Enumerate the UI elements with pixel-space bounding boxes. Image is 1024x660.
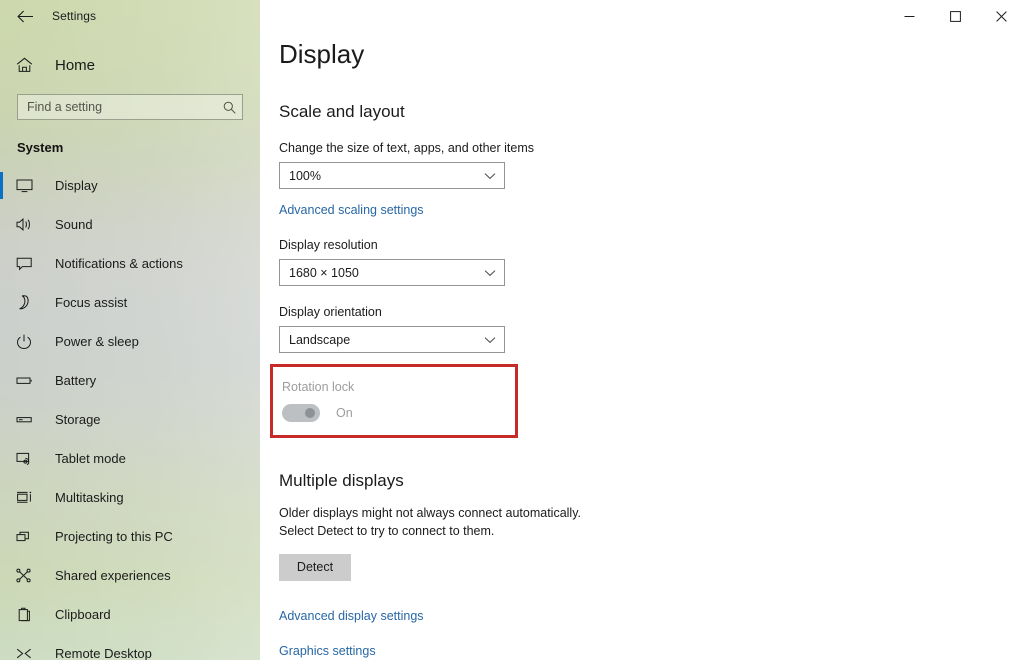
sidebar-item-projecting[interactable]: Projecting to this PC (0, 517, 260, 556)
remote-desktop-icon (16, 646, 38, 660)
detect-button[interactable]: Detect (279, 553, 351, 581)
sidebar-item-power-sleep-label: Power & sleep (55, 334, 139, 349)
sidebar-item-storage[interactable]: Storage (0, 400, 260, 439)
orientation-dropdown-value: Landscape (289, 332, 351, 347)
display-settings-panel: Display Scale and layout Change the size… (260, 0, 1024, 660)
graphics-settings-link[interactable]: Graphics settings (279, 644, 376, 658)
sidebar-item-projecting-label: Projecting to this PC (55, 529, 173, 544)
scale-and-layout-heading: Scale and layout (279, 102, 405, 121)
sidebar-item-remote-desktop-label: Remote Desktop (55, 646, 152, 660)
scale-dropdown[interactable]: 100% (279, 162, 505, 189)
app-title: Settings (52, 9, 97, 23)
resolution-label: Display resolution (279, 238, 378, 252)
titlebar-left: Settings (0, 0, 260, 32)
selection-indicator (0, 172, 3, 199)
sidebar-item-tablet-mode-label: Tablet mode (55, 451, 126, 466)
sidebar-item-display[interactable]: Display (0, 166, 260, 205)
sidebar-item-clipboard[interactable]: Clipboard (0, 595, 260, 634)
window-controls (886, 0, 1024, 32)
projecting-icon (16, 529, 38, 544)
multitasking-icon (16, 490, 38, 505)
sidebar-item-clipboard-label: Clipboard (55, 607, 111, 622)
tablet-icon (16, 451, 38, 466)
sidebar-nav: Display Sound Notifications & actions Fo… (0, 166, 260, 660)
sidebar-item-notifications-label: Notifications & actions (55, 256, 183, 271)
multiple-displays-heading: Multiple displays (279, 471, 404, 490)
minimize-button[interactable] (886, 0, 932, 32)
main-content: Display Scale and layout Change the size… (260, 0, 1024, 660)
sidebar-item-notifications[interactable]: Notifications & actions (0, 244, 260, 283)
sidebar-item-remote-desktop[interactable]: Remote Desktop (0, 634, 260, 660)
rotation-lock-label: Rotation lock (282, 380, 355, 394)
scale-label: Change the size of text, apps, and other… (279, 141, 535, 155)
settings-window: Settings Home System (0, 0, 1024, 660)
orientation-label: Display orientation (279, 305, 382, 319)
sidebar-item-display-label: Display (55, 178, 98, 193)
sidebar-item-sound-label: Sound (55, 217, 93, 232)
back-arrow-icon[interactable] (12, 3, 38, 29)
sidebar-item-shared-experiences[interactable]: Shared experiences (0, 556, 260, 595)
search-box[interactable] (17, 94, 243, 120)
share-icon (16, 568, 38, 583)
orientation-dropdown[interactable]: Landscape (279, 326, 505, 353)
sidebar-item-tablet-mode[interactable]: Tablet mode (0, 439, 260, 478)
sidebar-item-battery[interactable]: Battery (0, 361, 260, 400)
sidebar-item-multitasking-label: Multitasking (55, 490, 124, 505)
search-input[interactable] (27, 95, 223, 119)
sidebar-item-power-sleep[interactable]: Power & sleep (0, 322, 260, 361)
maximize-button[interactable] (932, 0, 978, 32)
chevron-down-icon (484, 327, 496, 352)
rotation-lock-toggle[interactable] (282, 404, 320, 422)
sidebar-item-sound[interactable]: Sound (0, 205, 260, 244)
advanced-display-settings-link[interactable]: Advanced display settings (279, 609, 424, 623)
resolution-dropdown[interactable]: 1680 × 1050 (279, 259, 505, 286)
resolution-dropdown-value: 1680 × 1050 (289, 265, 359, 280)
rotation-lock-highlight: Rotation lock On (270, 364, 518, 438)
scale-dropdown-value: 100% (289, 168, 321, 183)
search-icon[interactable] (223, 101, 236, 114)
sidebar: Settings Home System (0, 0, 260, 660)
toggle-knob (305, 408, 315, 418)
advanced-scaling-settings-link[interactable]: Advanced scaling settings (279, 203, 424, 217)
notification-icon (16, 256, 38, 271)
power-icon (16, 334, 38, 349)
sidebar-item-multitasking[interactable]: Multitasking (0, 478, 260, 517)
multiple-displays-description: Older displays might not always connect … (279, 506, 581, 539)
battery-icon (16, 373, 38, 388)
close-button[interactable] (978, 0, 1024, 32)
storage-icon (16, 412, 38, 427)
sidebar-item-battery-label: Battery (55, 373, 97, 388)
sidebar-item-focus-assist[interactable]: Focus assist (0, 283, 260, 322)
moon-icon (16, 295, 38, 310)
sidebar-item-home-label: Home (55, 56, 96, 74)
speaker-icon (16, 217, 38, 232)
rotation-lock-state: On (336, 406, 353, 420)
chevron-down-icon (484, 260, 496, 285)
sidebar-item-shared-experiences-label: Shared experiences (55, 568, 171, 583)
monitor-icon (16, 178, 38, 193)
sidebar-item-focus-assist-label: Focus assist (55, 295, 128, 310)
sidebar-item-home[interactable]: Home (0, 47, 260, 83)
clipboard-icon (16, 607, 38, 622)
page-title: Display (279, 39, 365, 69)
chevron-down-icon (484, 163, 496, 188)
home-icon (16, 57, 38, 73)
sidebar-item-storage-label: Storage (55, 412, 101, 427)
sidebar-group-title: System (17, 140, 64, 155)
rotation-lock-toggle-row: On (282, 404, 515, 422)
